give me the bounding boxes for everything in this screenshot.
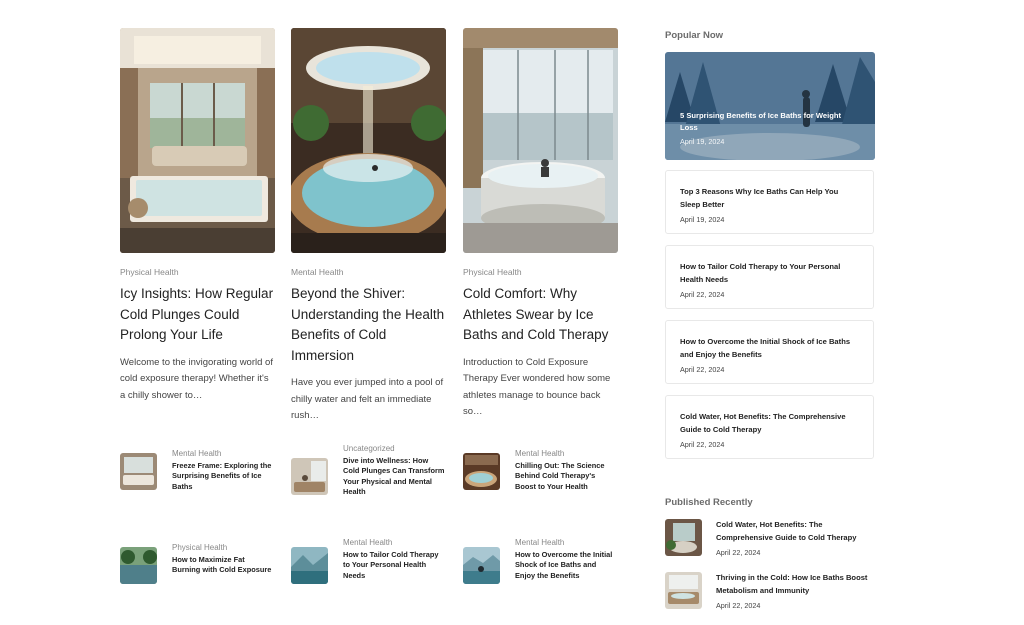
- post-thumbnail[interactable]: [120, 453, 157, 490]
- post-thumbnail[interactable]: [463, 453, 500, 490]
- thumbnail-image: [463, 453, 500, 490]
- small-post[interactable]: Physical Health How to Maximize Fat Burn…: [120, 543, 275, 584]
- featured-post-1[interactable]: Physical Health Icy Insights: How Regula…: [120, 28, 275, 404]
- recent-title[interactable]: Cold Water, Hot Benefits: The Comprehens…: [716, 519, 880, 545]
- small-post[interactable]: Mental Health How to Tailor Cold Therapy…: [291, 538, 446, 584]
- popular-card[interactable]: Top 3 Reasons Why Ice Baths Can Help You…: [665, 170, 874, 234]
- post-thumbnail[interactable]: [120, 547, 157, 584]
- recent-heading: Published Recently: [665, 497, 753, 508]
- post-category[interactable]: Physical Health: [172, 543, 275, 552]
- post-thumbnail[interactable]: [291, 547, 328, 584]
- recent-date: April 22, 2024: [716, 600, 761, 610]
- post-excerpt: Introduction to Cold Exposure Therapy Ev…: [463, 356, 611, 418]
- hero-title[interactable]: 5 Surprising Benefits of Ice Baths for W…: [680, 110, 860, 134]
- thumbnail-image: [463, 547, 500, 584]
- post-category[interactable]: Mental Health: [515, 538, 618, 547]
- popular-card[interactable]: How to Overcome the Initial Shock of Ice…: [665, 320, 874, 384]
- card-title[interactable]: Top 3 Reasons Why Ice Baths Can Help You…: [680, 186, 859, 212]
- post-category[interactable]: Mental Health: [291, 267, 446, 277]
- featured-image-3[interactable]: [463, 28, 618, 253]
- recent-post[interactable]: Cold Water, Hot Benefits: The Comprehens…: [665, 519, 880, 557]
- post-category[interactable]: Uncategorized: [343, 444, 446, 453]
- post-title[interactable]: Icy Insights: How Regular Cold Plunges C…: [120, 284, 275, 346]
- post-title[interactable]: Chilling Out: The Science Behind Cold Th…: [515, 461, 618, 492]
- post-category[interactable]: Physical Health: [463, 267, 618, 277]
- card-date: April 22, 2024: [680, 364, 725, 374]
- post-category[interactable]: Mental Health: [172, 449, 275, 458]
- post-title[interactable]: How to Tailor Cold Therapy to Your Perso…: [343, 550, 446, 581]
- recent-date: April 22, 2024: [716, 547, 761, 557]
- popular-heading: Popular Now: [665, 30, 724, 41]
- recent-title[interactable]: Thriving in the Cold: How Ice Baths Boos…: [716, 572, 880, 598]
- featured-image-1[interactable]: [120, 28, 275, 253]
- thumbnail-image: [120, 547, 157, 584]
- post-thumbnail[interactable]: [665, 519, 702, 556]
- thumbnail-image: [120, 453, 157, 490]
- post-title[interactable]: Cold Comfort: Why Athletes Swear by Ice …: [463, 284, 618, 346]
- featured-post-3[interactable]: Physical Health Cold Comfort: Why Athlet…: [463, 28, 618, 421]
- hero-date: April 19, 2024: [680, 137, 725, 146]
- post-title[interactable]: Dive into Wellness: How Cold Plunges Can…: [343, 456, 446, 498]
- post-category[interactable]: Physical Health: [120, 267, 275, 277]
- post-title[interactable]: Beyond the Shiver: Understanding the Hea…: [291, 284, 446, 366]
- post-excerpt: Welcome to the invigorating world of col…: [120, 356, 273, 401]
- popular-hero-post[interactable]: 5 Surprising Benefits of Ice Baths for W…: [665, 52, 875, 160]
- small-post[interactable]: Mental Health Chilling Out: The Science …: [463, 449, 618, 492]
- featured-image-2[interactable]: [291, 28, 446, 253]
- card-date: April 22, 2024: [680, 289, 725, 299]
- post-title[interactable]: How to Overcome the Initial Shock of Ice…: [515, 550, 618, 581]
- card-title[interactable]: How to Overcome the Initial Shock of Ice…: [680, 336, 859, 362]
- small-post[interactable]: Mental Health How to Overcome the Initia…: [463, 538, 618, 584]
- room-plunge-image: [120, 28, 275, 253]
- featured-post-2[interactable]: Mental Health Beyond the Shiver: Underst…: [291, 28, 446, 425]
- post-category[interactable]: Mental Health: [515, 449, 618, 458]
- post-excerpt: Have you ever jumped into a pool of chil…: [291, 377, 444, 421]
- post-category[interactable]: Mental Health: [343, 538, 446, 547]
- card-date: April 19, 2024: [680, 214, 725, 224]
- post-title[interactable]: Freeze Frame: Exploring the Surprising B…: [172, 461, 275, 492]
- post-title[interactable]: How to Maximize Fat Burning with Cold Ex…: [172, 555, 275, 576]
- small-post[interactable]: Uncategorized Dive into Wellness: How Co…: [291, 444, 446, 498]
- post-thumbnail[interactable]: [463, 547, 500, 584]
- small-post[interactable]: Mental Health Freeze Frame: Exploring th…: [120, 449, 275, 492]
- popular-card[interactable]: How to Tailor Cold Therapy to Your Perso…: [665, 245, 874, 309]
- post-thumbnail[interactable]: [291, 458, 328, 495]
- thumbnail-image: [665, 572, 702, 609]
- card-date: April 22, 2024: [680, 439, 725, 449]
- thumbnail-image: [665, 519, 702, 556]
- recent-post[interactable]: Thriving in the Cold: How Ice Baths Boos…: [665, 572, 880, 610]
- ice-tub-image: [463, 28, 618, 253]
- thumbnail-image: [291, 547, 328, 584]
- spa-pool-image: [291, 28, 446, 253]
- thumbnail-image: [291, 458, 328, 495]
- card-title[interactable]: Cold Water, Hot Benefits: The Comprehens…: [680, 411, 859, 437]
- popular-card[interactable]: Cold Water, Hot Benefits: The Comprehens…: [665, 395, 874, 459]
- post-thumbnail[interactable]: [665, 572, 702, 609]
- card-title[interactable]: How to Tailor Cold Therapy to Your Perso…: [680, 261, 859, 287]
